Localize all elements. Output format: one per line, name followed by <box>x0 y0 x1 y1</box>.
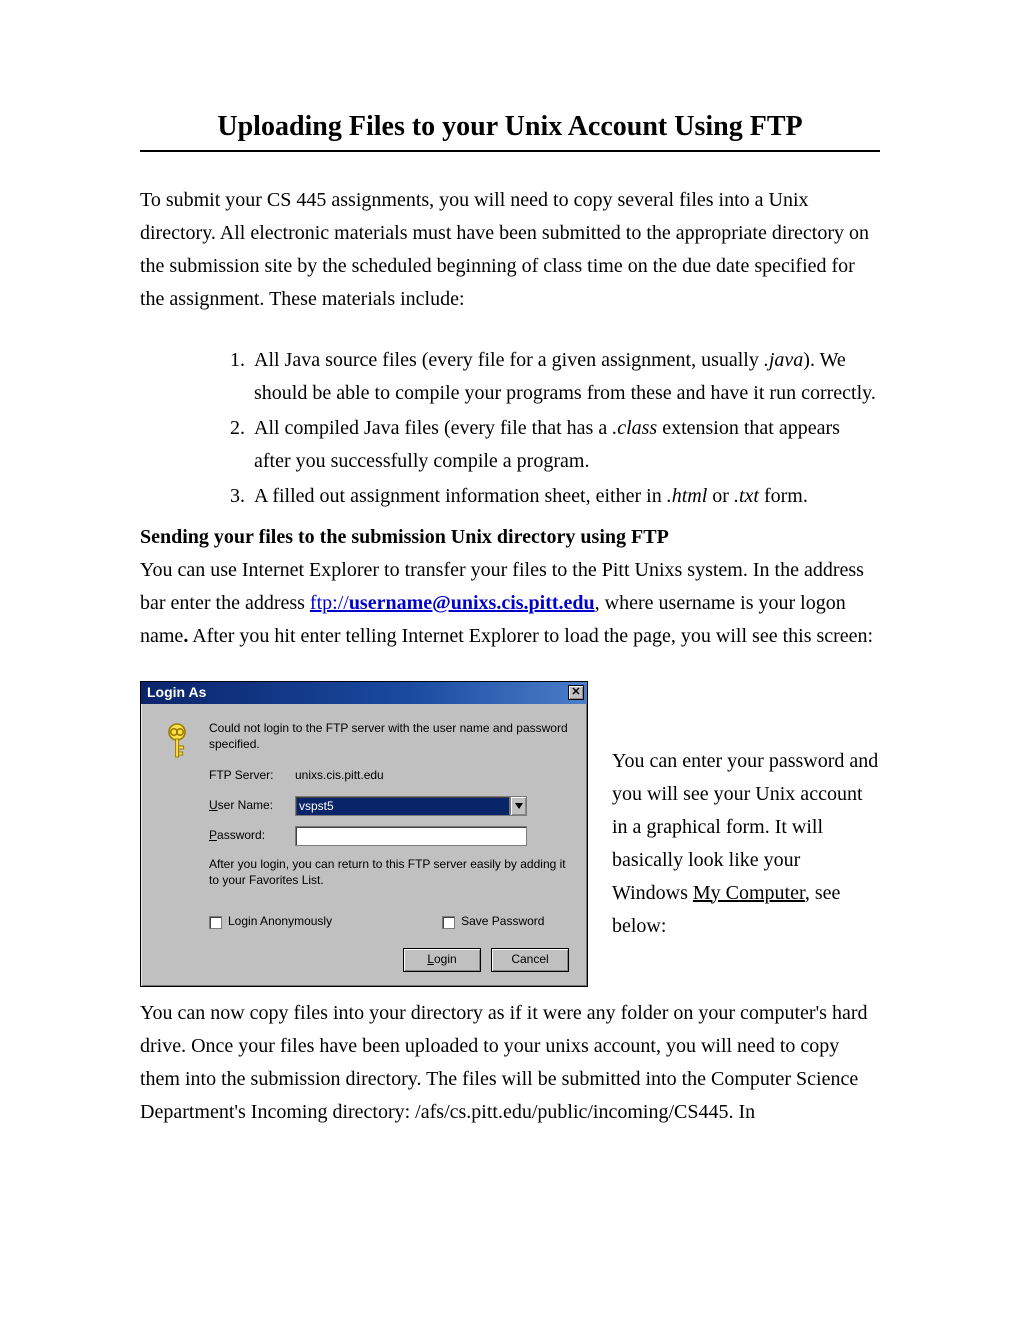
text: Cancel <box>511 950 548 970</box>
file-ext: .html <box>667 485 708 507</box>
section-heading: Sending your files to the submission Uni… <box>140 521 880 554</box>
close-button[interactable]: ✕ <box>568 685 584 700</box>
favorites-note: After you login, you can return to this … <box>209 856 573 888</box>
list-item: All compiled Java files (every file that… <box>250 412 880 478</box>
combo-dropdown-button[interactable] <box>510 796 527 816</box>
ftp-paragraph: You can use Internet Explorer to transfe… <box>140 554 880 653</box>
password-label: Password: <box>209 826 295 846</box>
link-address: username@unixs.cis.pitt.edu <box>349 592 595 614</box>
username-combo[interactable] <box>295 796 527 816</box>
ftp-link[interactable]: ftp://username@unixs.cis.pitt.edu <box>310 592 595 614</box>
file-ext: .txt <box>734 485 759 507</box>
text: ogin <box>434 952 457 966</box>
username-field[interactable] <box>295 796 510 816</box>
title-rule <box>140 150 880 152</box>
text: All compiled Java files (every file that… <box>254 417 612 439</box>
checkbox-label: Login Anonymously <box>228 912 332 932</box>
cancel-button[interactable]: Cancel <box>491 948 569 972</box>
text: You can enter your password and you will… <box>612 750 878 904</box>
login-anon-checkbox[interactable]: Login Anonymously <box>209 912 332 932</box>
list-item: All Java source files (every file for a … <box>250 344 880 410</box>
username-label: User Name: <box>209 796 295 816</box>
my-computer-text: My Computer <box>693 882 805 904</box>
close-icon: ✕ <box>571 687 580 698</box>
file-ext: .class <box>612 417 657 439</box>
dialog-message: Could not login to the FTP server with t… <box>209 720 573 752</box>
checkbox-icon <box>442 916 455 929</box>
checkbox-icon <box>209 916 222 929</box>
key-icon <box>165 722 199 762</box>
text: ave Password <box>469 914 544 928</box>
file-ext: .java <box>764 349 803 371</box>
list-item: A filled out assignment information shee… <box>250 480 880 513</box>
checkbox-label: Save Password <box>461 912 544 932</box>
text: nonymously <box>268 914 332 928</box>
mnemonic: L <box>427 952 434 966</box>
mnemonic: A <box>260 914 268 928</box>
dialog-titlebar[interactable]: Login As ✕ <box>141 682 587 704</box>
intro-paragraph: To submit your CS 445 assignments, you w… <box>140 184 880 316</box>
text: ser Name: <box>218 798 273 812</box>
figure-caption: You can enter your password and you will… <box>612 681 880 943</box>
text: or <box>707 485 734 507</box>
text: After you hit enter telling Internet Exp… <box>188 625 873 647</box>
after-figure-paragraph: You can now copy files into your directo… <box>140 997 880 1129</box>
page-title: Uploading Files to your Unix Account Usi… <box>140 110 880 144</box>
password-field[interactable] <box>295 826 527 846</box>
link-protocol: ftp:// <box>310 592 349 614</box>
text: All Java source files (every file for a … <box>254 349 764 371</box>
text: A filled out assignment information shee… <box>254 485 667 507</box>
mnemonic: U <box>209 798 218 812</box>
chevron-down-icon <box>515 803 523 809</box>
materials-list: All Java source files (every file for a … <box>140 344 880 513</box>
mnemonic: S <box>461 914 469 928</box>
login-button[interactable]: Login <box>403 948 481 972</box>
save-password-checkbox[interactable]: Save Password <box>442 912 544 932</box>
text: form. <box>759 485 808 507</box>
login-dialog: Login As ✕ <box>140 681 588 987</box>
ftp-server-value: unixs.cis.pitt.edu <box>295 766 384 786</box>
dialog-title: Login As <box>147 681 206 704</box>
ftp-server-label: FTP Server: <box>209 766 295 786</box>
text: Login <box>228 914 260 928</box>
text: assword: <box>217 828 265 842</box>
mnemonic: P <box>209 828 217 842</box>
